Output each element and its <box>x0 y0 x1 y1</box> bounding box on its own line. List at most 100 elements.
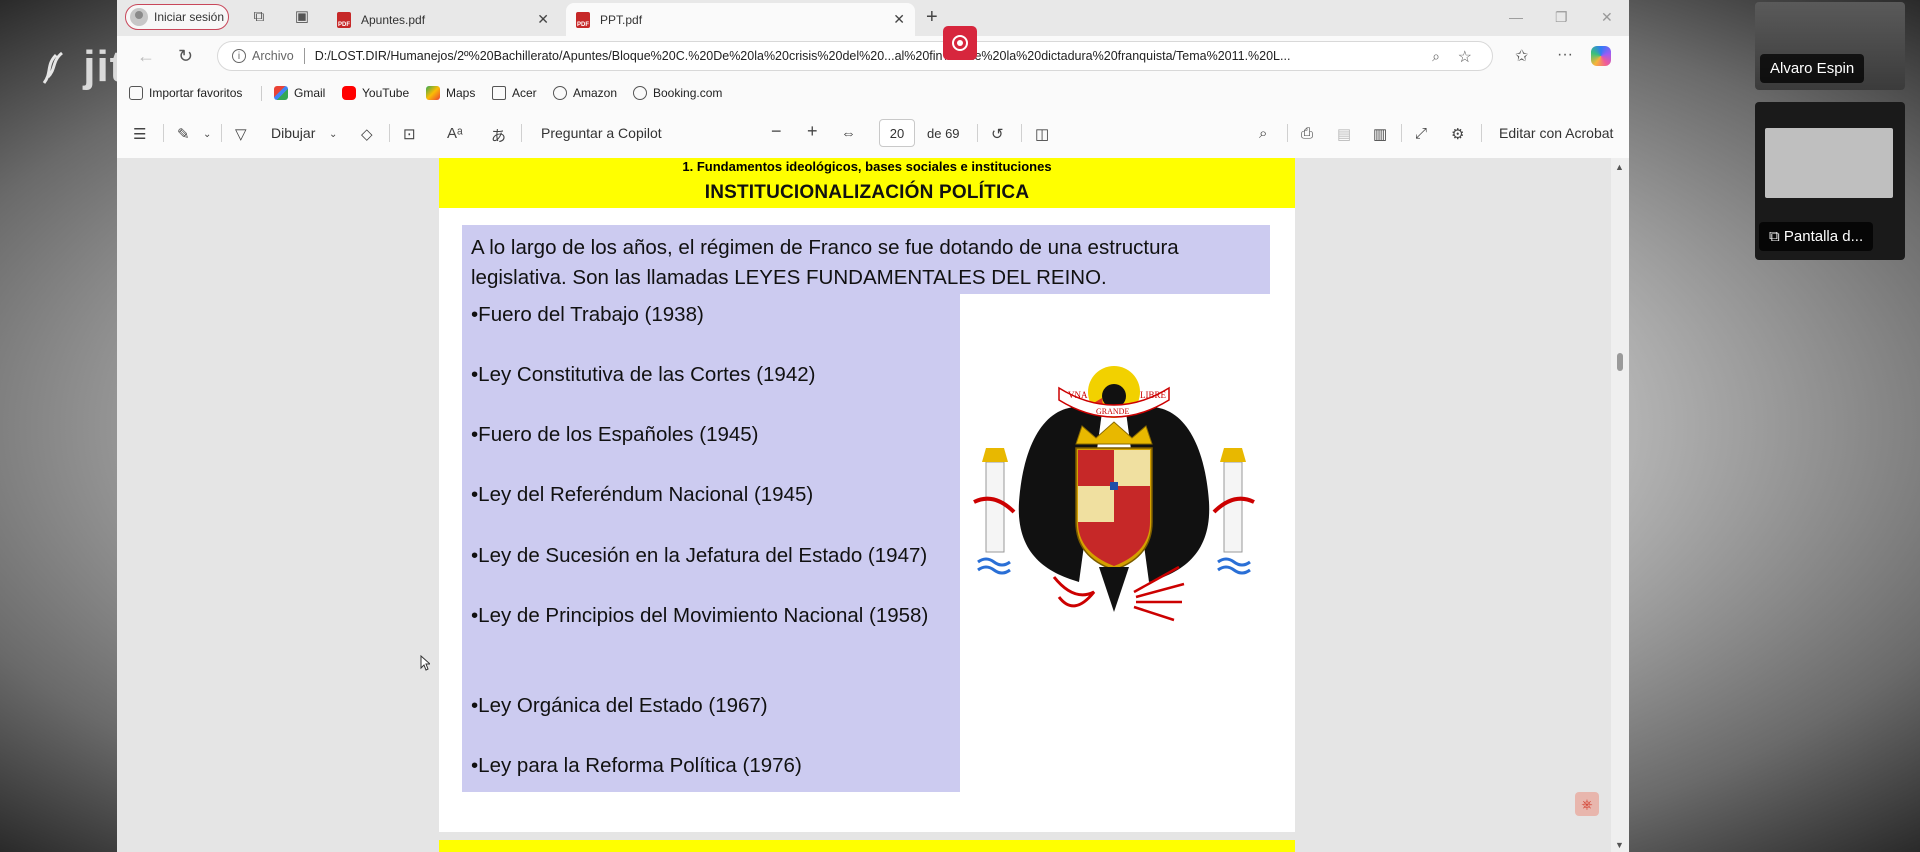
favorite-gmail[interactable]: Gmail <box>274 86 325 100</box>
fit-width-icon[interactable]: ⇔ <box>841 125 856 142</box>
favorite-youtube[interactable]: YouTube <box>342 86 409 100</box>
favorite-maps[interactable]: Maps <box>426 86 475 100</box>
url-text[interactable]: D:/LOST.DIR/Humanejos/2º%20Bachillerato/… <box>315 49 1399 63</box>
record-button[interactable] <box>943 26 977 60</box>
intro-text: A lo largo de los años, el régimen de Fr… <box>462 225 1270 294</box>
tab-actions-icon[interactable]: ▣ <box>293 8 311 26</box>
close-tab-icon[interactable]: ✕ <box>537 11 549 28</box>
screen-thumbnail <box>1765 128 1893 198</box>
list-item: •Ley de Principios del Movimiento Nacion… <box>471 604 929 627</box>
workspaces-icon[interactable]: ⧉ <box>250 8 268 26</box>
address-bar[interactable]: i Archivo D:/LOST.DIR/Humanejos/2º%20Bac… <box>217 41 1493 71</box>
search-icon[interactable]: ⌕ <box>1259 125 1267 142</box>
read-aloud-icon[interactable]: A͏ᵃ <box>447 125 463 142</box>
highlight-icon[interactable]: ✎ <box>177 125 190 143</box>
more-options-icon[interactable]: ··· <box>1557 46 1573 64</box>
draw-button[interactable]: Dibujar <box>271 125 315 141</box>
zoom-out-icon[interactable]: − <box>771 121 782 142</box>
divider <box>521 124 522 142</box>
favorite-star-icon[interactable]: ☆ <box>1458 47 1472 67</box>
favorite-label: YouTube <box>362 86 410 100</box>
shield-quarter <box>1078 486 1114 522</box>
edit-with-acrobat-button[interactable]: Editar con Acrobat <box>1499 125 1613 141</box>
favorite-acer[interactable]: Acer <box>492 86 537 100</box>
youtube-icon <box>342 86 356 100</box>
new-tab-button[interactable]: + <box>926 6 938 29</box>
save-as-icon[interactable]: ▥ <box>1373 125 1387 143</box>
page-number-input[interactable]: 20 <box>879 119 915 147</box>
fullscreen-icon[interactable]: ⤢ <box>1415 125 1427 142</box>
jitsi-mark-icon <box>42 52 64 85</box>
zoom-icon[interactable]: ⌕ <box>1432 48 1440 65</box>
shield-quarter <box>1114 486 1150 522</box>
screen-share-icon: ⧉ <box>1769 228 1784 245</box>
back-icon[interactable]: ← <box>137 46 155 67</box>
chevron-down-icon[interactable]: ⌄ <box>203 129 211 140</box>
text-box-icon[interactable]: ⊡ <box>403 125 416 143</box>
right-waves <box>1217 557 1251 575</box>
print-icon[interactable]: ⎙ <box>1301 125 1313 142</box>
favorite-amazon[interactable]: Amazon <box>553 86 617 100</box>
close-tab-icon[interactable]: ✕ <box>893 11 905 28</box>
scroll-down-icon[interactable]: ▼ <box>1615 840 1624 850</box>
translate-icon[interactable]: あ <box>491 125 506 146</box>
pdf-icon: PDF <box>337 11 351 28</box>
right-pillar-crown <box>1220 448 1246 462</box>
profile-button[interactable]: Iniciar sesión <box>125 4 229 30</box>
pdf-page: 1. Fundamentos ideológicos, bases social… <box>439 158 1295 832</box>
chevron-down-icon[interactable]: ⌄ <box>329 129 337 140</box>
left-pillar-crown <box>982 448 1008 462</box>
coat-of-arms-image: VNA GRANDE LIBRE <box>973 366 1255 622</box>
reload-icon[interactable]: ↻ <box>178 46 193 67</box>
list-item: •Ley Constitutiva de las Cortes (1942) <box>471 363 816 386</box>
settings-gear-icon[interactable]: ⚙ <box>1451 125 1464 143</box>
favorites-bar: Importar favoritos Gmail YouTube Maps Ac… <box>117 76 1629 111</box>
divider <box>163 124 164 142</box>
rotate-icon[interactable]: ↺ <box>991 125 1004 143</box>
scrollbar-thumb[interactable] <box>1617 353 1623 371</box>
shield-quarter <box>1114 450 1150 486</box>
divider <box>977 124 978 142</box>
banner-left-text: VNA <box>1068 390 1088 400</box>
zoom-in-icon[interactable]: + <box>807 121 818 142</box>
acrobat-icon[interactable]: ⎈ <box>1575 792 1599 816</box>
save-icon[interactable]: ▤ <box>1337 125 1351 143</box>
pdf-icon: PDF <box>576 11 590 28</box>
info-icon[interactable]: i <box>232 49 246 63</box>
favorite-import[interactable]: Importar favoritos <box>129 86 242 100</box>
favorite-label: Importar favoritos <box>149 86 243 100</box>
divider <box>1481 124 1482 142</box>
import-icon <box>129 86 143 100</box>
screen-share-label: ⧉ Pantalla d... <box>1759 222 1874 251</box>
favorite-booking[interactable]: Booking.com <box>633 86 722 100</box>
page-view-icon[interactable]: ◫ <box>1035 125 1049 143</box>
participant-tile[interactable]: Alvaro Espin <box>1755 2 1905 90</box>
restore-button[interactable]: ❐ <box>1555 9 1568 26</box>
page-total: de 69 <box>927 126 960 141</box>
ask-copilot-button[interactable]: Preguntar a Copilot <box>541 125 662 141</box>
table-of-contents-icon[interactable]: ☰ <box>133 125 146 143</box>
eraser-icon[interactable]: ◇ <box>361 125 373 143</box>
shield-quarter <box>1078 450 1114 486</box>
minimize-button[interactable]: — <box>1509 9 1523 25</box>
favorite-label: Maps <box>446 86 476 100</box>
favorites-icon[interactable]: ✩ <box>1515 46 1528 66</box>
left-waves <box>977 557 1011 575</box>
tail-shape <box>1099 567 1129 612</box>
list-item: •Fuero de los Españoles (1945) <box>471 423 759 446</box>
vertical-scrollbar[interactable]: ▲ ▼ <box>1611 158 1629 852</box>
left-pillar-shape <box>985 461 1005 553</box>
mouse-cursor-icon <box>420 655 430 671</box>
scroll-up-icon[interactable]: ▲ <box>1615 162 1624 172</box>
tab-ppt[interactable]: PDF PPT.pdf ✕ <box>566 3 915 36</box>
tab-apuntes[interactable]: PDF Apuntes.pdf ✕ <box>327 3 559 36</box>
draw-icon[interactable]: ▽ <box>235 125 247 143</box>
divider <box>1021 124 1022 142</box>
divider <box>221 124 222 142</box>
copilot-icon[interactable] <box>1591 46 1611 66</box>
list-item: •Ley de Sucesión en la Jefatura del Esta… <box>471 544 928 567</box>
screen-share-tile[interactable]: ⧉ Pantalla d... <box>1755 102 1905 260</box>
maps-icon <box>426 86 440 100</box>
right-pillar-shape <box>1223 461 1243 553</box>
close-window-button[interactable]: ✕ <box>1601 9 1613 26</box>
